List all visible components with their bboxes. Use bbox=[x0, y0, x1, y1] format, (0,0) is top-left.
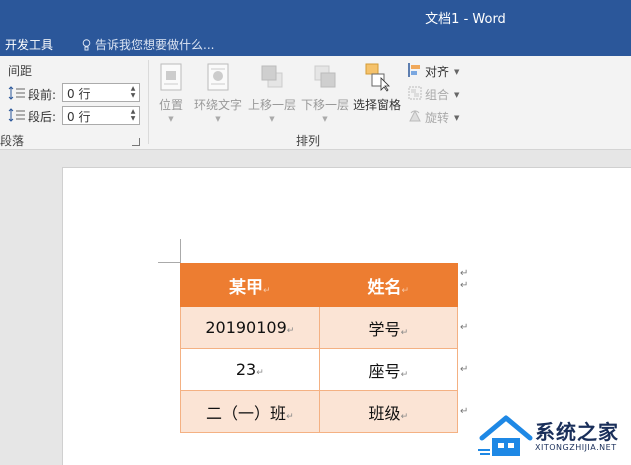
table-cell[interactable]: 座号↵ bbox=[318, 348, 459, 391]
space-after-icon bbox=[8, 108, 26, 125]
group-button[interactable]: 组合 ▼ bbox=[408, 86, 459, 103]
end-of-row-mark: ↵ bbox=[460, 322, 469, 333]
chevron-down-icon: ▼ bbox=[454, 90, 460, 99]
watermark-name: 系统之家 bbox=[535, 420, 619, 444]
bring-forward-button[interactable]: 上移一层 ▼ bbox=[248, 62, 296, 123]
selection-pane-button[interactable]: 选择窗格 bbox=[352, 62, 402, 113]
wrap-text-icon bbox=[205, 62, 231, 92]
paragraph-group-label: 段落 bbox=[0, 134, 25, 148]
table-row: 23↵ 座号↵ bbox=[180, 348, 459, 391]
chevron-down-icon: ▼ bbox=[215, 115, 221, 123]
crop-mark bbox=[180, 239, 181, 263]
arrange-group-label: 排列 bbox=[296, 134, 321, 148]
end-of-row-mark: ↵ bbox=[460, 268, 469, 279]
wrap-text-button[interactable]: 环绕文字 ▼ bbox=[194, 62, 242, 123]
table-header-row: 某甲↵ 姓名↵ bbox=[180, 263, 459, 307]
table-cell[interactable]: 20190109↵ bbox=[180, 306, 320, 349]
tell-me-text: 告诉我您想要做什么... bbox=[95, 38, 215, 52]
wrap-text-label: 环绕文字 bbox=[194, 98, 243, 112]
space-after-input[interactable]: 0 行 ▲ ▼ bbox=[62, 106, 140, 125]
table-row: 二（一）班↵ 班级↵ bbox=[180, 390, 459, 433]
position-icon bbox=[158, 62, 184, 92]
space-before-input[interactable]: 0 行 ▲ ▼ bbox=[62, 83, 140, 102]
table-cell[interactable]: 某甲↵ bbox=[180, 263, 320, 307]
table-cell[interactable]: 班级↵ bbox=[318, 390, 459, 433]
space-before-text: 段前: bbox=[28, 88, 57, 102]
align-button[interactable]: 对齐 ▼ bbox=[408, 63, 459, 80]
table-cell[interactable]: 23↵ bbox=[180, 348, 320, 391]
group-icon bbox=[408, 86, 422, 103]
window-title: 文档1 - Word bbox=[425, 12, 506, 27]
watermark-url: XITONGZHIJIA.NET bbox=[535, 443, 617, 452]
paragraph-dialog-launcher-icon[interactable] bbox=[132, 138, 140, 146]
site-watermark: 系统之家 XITONGZHIJIA.NET bbox=[478, 410, 628, 462]
table-row: 20190109↵ 学号↵ bbox=[180, 306, 459, 349]
space-after-value: 0 行 bbox=[67, 110, 91, 124]
send-backward-icon bbox=[312, 62, 338, 92]
send-backward-label: 下移一层 bbox=[301, 98, 350, 112]
ribbon-tab-row: 开发工具 告诉我您想要做什么... bbox=[0, 32, 631, 56]
rotate-button[interactable]: 旋转 ▼ bbox=[408, 109, 459, 126]
table-cell[interactable]: 二（一）班↵ bbox=[180, 390, 320, 433]
bring-forward-icon bbox=[259, 62, 285, 92]
space-before-label: 段前: bbox=[8, 86, 56, 103]
crop-mark bbox=[158, 262, 180, 263]
chevron-down-icon: ▼ bbox=[454, 67, 460, 76]
selection-pane-icon bbox=[364, 62, 390, 92]
chevron-down-icon: ▼ bbox=[454, 113, 460, 122]
tell-me-search[interactable]: 告诉我您想要做什么... bbox=[82, 36, 214, 53]
end-of-row-mark: ↵ bbox=[460, 406, 469, 417]
group-divider bbox=[148, 60, 149, 144]
align-label: 对齐 bbox=[425, 65, 450, 79]
space-before-icon bbox=[8, 86, 26, 103]
selection-pane-label: 选择窗格 bbox=[352, 98, 401, 112]
rotate-icon bbox=[408, 109, 422, 126]
bring-forward-label: 上移一层 bbox=[248, 98, 297, 112]
chevron-down-icon: ▼ bbox=[168, 115, 174, 123]
send-backward-button[interactable]: 下移一层 ▼ bbox=[301, 62, 349, 123]
house-logo-icon bbox=[478, 415, 533, 456]
space-after-label: 段后: bbox=[8, 108, 56, 125]
end-of-row-mark: ↵ bbox=[460, 364, 469, 375]
align-icon bbox=[408, 63, 422, 80]
spin-arrows[interactable]: ▲ ▼ bbox=[129, 85, 137, 100]
lightbulb-icon bbox=[82, 38, 91, 51]
position-button[interactable]: 位置 ▼ bbox=[154, 62, 188, 123]
rotate-label: 旋转 bbox=[425, 111, 450, 125]
end-of-row-mark: ↵ bbox=[460, 280, 469, 291]
space-after-text: 段后: bbox=[28, 110, 57, 124]
group-label: 组合 bbox=[425, 88, 450, 102]
table-cell[interactable]: 姓名↵ bbox=[318, 263, 459, 307]
document-table[interactable]: 某甲↵ 姓名↵ 20190109↵ 学号↵ 23↵ 座号↵ 二（一）班↵ 班级↵ bbox=[180, 263, 459, 433]
chevron-down-icon: ▼ bbox=[269, 115, 275, 123]
spin-arrows[interactable]: ▲ ▼ bbox=[129, 108, 137, 123]
chevron-down-icon: ▼ bbox=[322, 115, 328, 123]
space-before-value: 0 行 bbox=[67, 87, 91, 101]
ribbon: 间距 段前: 0 行 ▲ ▼ 段后: 0 行 ▲ ▼ 段落 位置 ▼ 环绕文字 ▼ bbox=[0, 56, 631, 150]
spacing-label: 间距 bbox=[8, 64, 33, 78]
title-bar: 文档1 - Word bbox=[0, 0, 631, 32]
table-cell[interactable]: 学号↵ bbox=[318, 306, 459, 349]
position-label: 位置 bbox=[158, 98, 183, 112]
tab-developer[interactable]: 开发工具 bbox=[5, 36, 53, 53]
